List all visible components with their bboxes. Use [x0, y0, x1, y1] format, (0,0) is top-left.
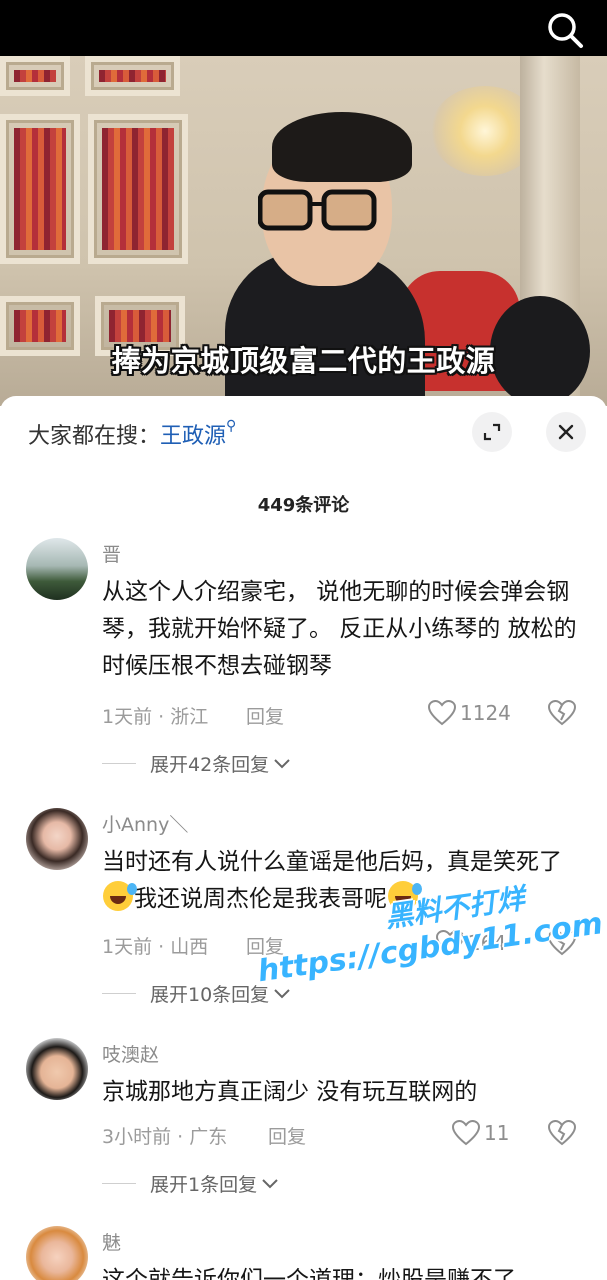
- comment-sheet: 大家都在搜：王政源⚲ 449条评论 晋 从这个人介绍豪宅， 说他无聊的时候会弹会…: [0, 396, 607, 1280]
- expand-icon: [483, 423, 501, 441]
- laughing-emoji-icon: [103, 881, 137, 911]
- avatar[interactable]: [26, 1226, 88, 1280]
- person-hair: [272, 112, 412, 182]
- comment-count: 449条评论: [257, 495, 350, 516]
- like-count: 1124: [460, 701, 511, 725]
- search-button[interactable]: [545, 10, 585, 50]
- heart-icon: [452, 1120, 480, 1146]
- comment-text-part1: 当时还有人说什么童谣是他后妈，真是笑死了: [102, 849, 562, 875]
- reply-button[interactable]: 回复: [246, 702, 284, 729]
- divider-line: [102, 993, 136, 994]
- comment-username[interactable]: 吱澳赵: [102, 1040, 159, 1067]
- dislike-button[interactable]: [547, 699, 577, 730]
- comment-text: 京城那地方真正阔少 没有玩互联网的: [102, 1079, 478, 1105]
- chevron-down-icon: [274, 758, 290, 768]
- heart-icon: [428, 700, 456, 726]
- broken-heart-icon: [547, 1119, 577, 1146]
- comment-time-location: 3小时前 · 广东: [102, 1126, 228, 1148]
- comment-time-location: 1天前 · 山西: [102, 936, 209, 958]
- chevron-down-icon: [262, 1178, 278, 1188]
- expand-replies[interactable]: 展开42条回复: [102, 750, 291, 777]
- search-suggestion-keyword[interactable]: 王政源: [160, 424, 226, 449]
- dislike-button[interactable]: [547, 1119, 577, 1150]
- wall-panel: [88, 114, 188, 264]
- comment-text: 这个就告诉你们一个道理：炒股是赚不了: [102, 1267, 516, 1280]
- comment-username[interactable]: 魅: [102, 1228, 121, 1255]
- avatar[interactable]: [26, 808, 88, 870]
- broken-heart-icon: [547, 699, 577, 726]
- expand-replies-label: 展开42条回复: [150, 754, 270, 776]
- divider-line: [102, 763, 136, 764]
- close-button[interactable]: [546, 412, 586, 452]
- comment-item: 魅 这个就告诉你们一个道理：炒股是赚不了: [0, 1224, 607, 1280]
- comment-username[interactable]: 小Anny＼: [102, 810, 188, 837]
- comment-time-location: 1天前 · 浙江: [102, 706, 209, 728]
- avatar[interactable]: [26, 1038, 88, 1100]
- video-player[interactable]: 捧为京城顶级富二代的王政源: [0, 56, 607, 406]
- avatar[interactable]: [26, 538, 88, 600]
- expand-replies-label: 展开1条回复: [150, 1174, 258, 1196]
- divider-line: [102, 1183, 136, 1184]
- search-suggestion-prefix: 大家都在搜：: [28, 424, 161, 449]
- like-count: 11: [484, 1121, 510, 1145]
- search-suggestion[interactable]: 大家都在搜：王政源⚲: [28, 418, 236, 450]
- close-icon: [558, 424, 574, 440]
- video-caption: 捧为京城顶级富二代的王政源: [111, 344, 496, 378]
- small-search-icon: ⚲: [226, 418, 237, 434]
- wall-panel: [85, 56, 180, 96]
- reply-button[interactable]: 回复: [268, 1122, 306, 1149]
- expand-sheet-button[interactable]: [472, 412, 512, 452]
- comment-username[interactable]: 晋: [102, 540, 121, 567]
- expand-replies[interactable]: 展开1条回复: [102, 1170, 279, 1197]
- like-button[interactable]: 11: [452, 1120, 509, 1146]
- search-icon: [548, 13, 583, 48]
- expand-replies-label: 展开10条回复: [150, 984, 270, 1006]
- wall-panel: [0, 56, 70, 96]
- glasses: [258, 189, 377, 231]
- chevron-down-icon: [274, 988, 290, 998]
- like-button[interactable]: 1124: [428, 700, 511, 726]
- wall-panel: [0, 114, 80, 264]
- comment-text: 从这个人介绍豪宅， 说他无聊的时候会弹会钢琴，我就开始怀疑了。 反正从小练琴的 …: [102, 579, 577, 679]
- top-bar: [0, 0, 607, 56]
